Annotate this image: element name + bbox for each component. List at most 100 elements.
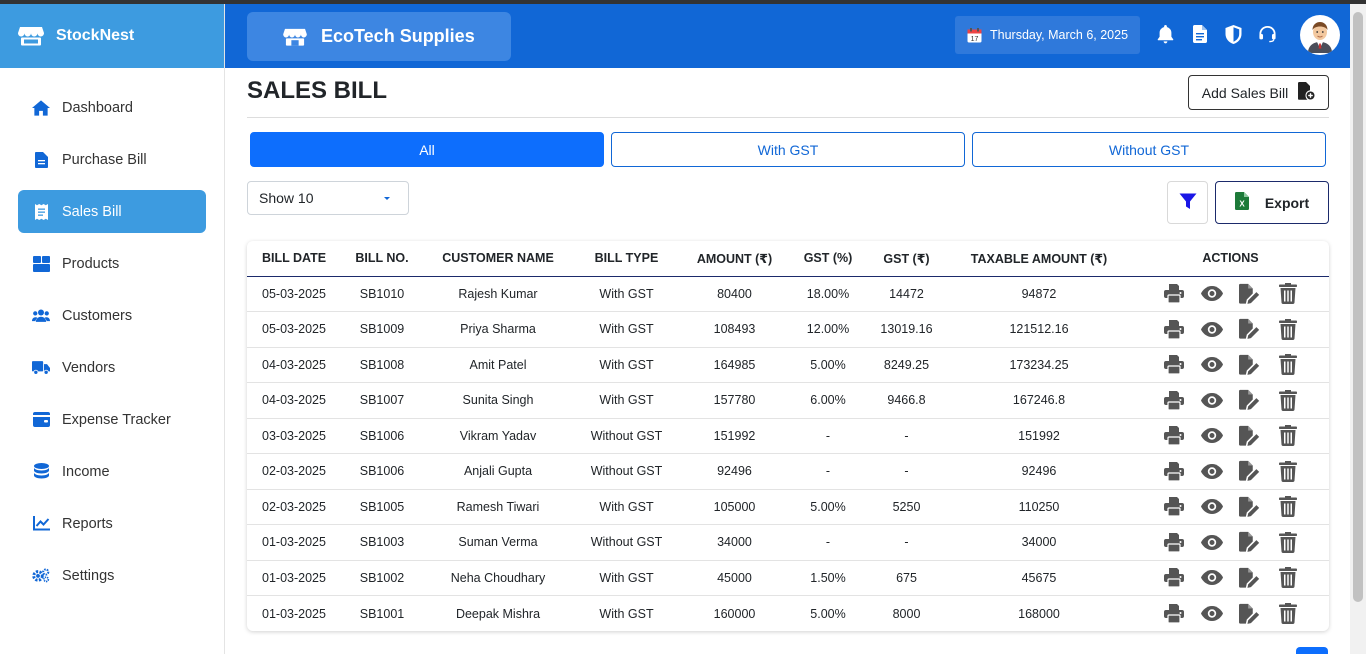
delete-icon[interactable]: [1277, 460, 1299, 482]
show-entries-select[interactable]: Show 10: [247, 181, 409, 215]
view-icon[interactable]: [1200, 389, 1223, 411]
view-icon[interactable]: [1200, 425, 1223, 447]
column-header[interactable]: ACTIONS: [1132, 241, 1329, 277]
print-icon[interactable]: [1163, 460, 1185, 482]
column-header[interactable]: TAXABLE AMOUNT (₹): [946, 241, 1132, 277]
table-cell: 02-03-2025: [247, 489, 341, 525]
edit-icon[interactable]: [1238, 531, 1261, 553]
sidebar-item-products[interactable]: Products: [18, 242, 206, 285]
table-cell: With GST: [573, 311, 680, 348]
delete-icon[interactable]: [1277, 531, 1299, 553]
print-icon[interactable]: [1163, 389, 1185, 411]
export-button[interactable]: X Export: [1215, 181, 1329, 224]
delete-icon[interactable]: [1277, 603, 1299, 625]
headset-icon[interactable]: [1259, 24, 1276, 44]
tab-all[interactable]: All: [250, 132, 604, 167]
column-header[interactable]: GST (₹): [867, 241, 946, 277]
sidebar: StockNest Dashboard Purchase Bill Sales Bi…: [0, 4, 225, 654]
sidebar-item-label: Products: [62, 255, 120, 272]
column-header[interactable]: BILL TYPE: [573, 241, 680, 277]
view-icon[interactable]: [1200, 496, 1223, 518]
table-cell: 05-03-2025: [247, 276, 341, 312]
delete-icon[interactable]: [1277, 567, 1299, 589]
sidebar-item-expense-tracker[interactable]: Expense Tracker: [18, 398, 206, 441]
column-header[interactable]: AMOUNT (₹): [680, 241, 789, 277]
edit-icon[interactable]: [1238, 354, 1261, 376]
sidebar-item-settings[interactable]: Settings: [18, 554, 206, 597]
brand[interactable]: StockNest: [0, 4, 224, 68]
column-header[interactable]: BILL DATE: [247, 241, 341, 277]
edit-icon[interactable]: [1238, 425, 1261, 447]
delete-icon[interactable]: [1277, 425, 1299, 447]
print-icon[interactable]: [1163, 354, 1185, 376]
print-icon[interactable]: [1163, 603, 1185, 625]
truck-icon: [32, 359, 50, 377]
sidebar-item-vendors[interactable]: Vendors: [18, 346, 206, 389]
date-display: 17 Thursday, March 6, 2025: [955, 16, 1140, 54]
table-cell: 1.50%: [789, 560, 867, 596]
actions-cell: [1132, 453, 1329, 490]
edit-icon[interactable]: [1238, 283, 1261, 305]
company-selector[interactable]: EcoTech Supplies: [247, 12, 511, 61]
table-cell: With GST: [573, 382, 680, 419]
sidebar-item-customers[interactable]: Customers: [18, 294, 206, 337]
view-icon[interactable]: [1200, 460, 1223, 482]
user-avatar[interactable]: [1300, 15, 1340, 55]
sidebar-item-label: Expense Tracker: [62, 411, 171, 428]
document-icon[interactable]: [1191, 24, 1208, 44]
table-row: 05-03-2025 SB1010 Rajesh Kumar With GST 8040…: [247, 276, 1329, 312]
sidebar-item-purchase-bill[interactable]: Purchase Bill: [18, 138, 206, 181]
table-cell: 5.00%: [789, 347, 867, 383]
print-icon[interactable]: [1163, 567, 1185, 589]
view-icon[interactable]: [1200, 283, 1223, 305]
delete-icon[interactable]: [1277, 389, 1299, 411]
table-cell: 121512.16: [946, 311, 1132, 348]
delete-icon[interactable]: [1277, 283, 1299, 305]
table-row: 02-03-2025 SB1005 Ramesh Tiwari With GST 105…: [247, 489, 1329, 525]
sidebar-item-sales-bill[interactable]: Sales Bill: [18, 190, 206, 233]
table-cell: 5.00%: [810, 606, 846, 621]
add-sales-bill-button[interactable]: Add Sales Bill: [1188, 75, 1329, 110]
sidebar-item-label: Settings: [62, 567, 115, 584]
table-cell: 34000: [946, 524, 1132, 561]
bell-icon[interactable]: [1157, 24, 1174, 44]
page-scrollbar[interactable]: [1350, 4, 1366, 654]
filter-button[interactable]: [1167, 181, 1208, 224]
table-cell: 6.00%: [789, 382, 867, 419]
delete-icon[interactable]: [1277, 354, 1299, 376]
print-icon[interactable]: [1163, 425, 1185, 447]
edit-icon[interactable]: [1238, 318, 1261, 340]
edit-icon[interactable]: [1238, 460, 1261, 482]
table-cell: 9466.8: [867, 382, 946, 419]
delete-icon[interactable]: [1277, 318, 1299, 340]
pagination-button[interactable]: [1296, 647, 1328, 654]
edit-icon[interactable]: [1238, 389, 1261, 411]
edit-icon[interactable]: [1238, 603, 1261, 625]
shield-icon[interactable]: [1225, 24, 1242, 44]
sidebar-item-reports[interactable]: Reports: [18, 502, 206, 545]
view-icon[interactable]: [1200, 531, 1223, 553]
column-header[interactable]: CUSTOMER NAME: [423, 241, 573, 277]
view-icon[interactable]: [1200, 354, 1223, 376]
edit-icon[interactable]: [1238, 496, 1261, 518]
print-icon[interactable]: [1163, 531, 1185, 553]
column-header[interactable]: BILL NO.: [341, 241, 423, 277]
view-icon[interactable]: [1200, 318, 1223, 340]
delete-icon[interactable]: [1277, 496, 1299, 518]
receipt-icon: [32, 203, 50, 221]
tab-with-gst[interactable]: With GST: [611, 132, 965, 167]
print-icon[interactable]: [1163, 496, 1185, 518]
view-icon[interactable]: [1200, 567, 1223, 589]
table-cell: Rajesh Kumar: [423, 276, 573, 312]
tab-without-gst[interactable]: Without GST: [972, 132, 1326, 167]
scrollbar-thumb[interactable]: [1353, 12, 1363, 602]
print-icon[interactable]: [1163, 283, 1185, 305]
export-label: Export: [1264, 194, 1310, 211]
print-icon[interactable]: [1163, 318, 1185, 340]
table-cell: SB1005: [341, 489, 423, 525]
column-header[interactable]: GST (%): [789, 241, 867, 277]
edit-icon[interactable]: [1238, 567, 1261, 589]
view-icon[interactable]: [1200, 603, 1223, 625]
sidebar-item-dashboard[interactable]: Dashboard: [18, 86, 206, 129]
sidebar-item-income[interactable]: Income: [18, 450, 206, 493]
